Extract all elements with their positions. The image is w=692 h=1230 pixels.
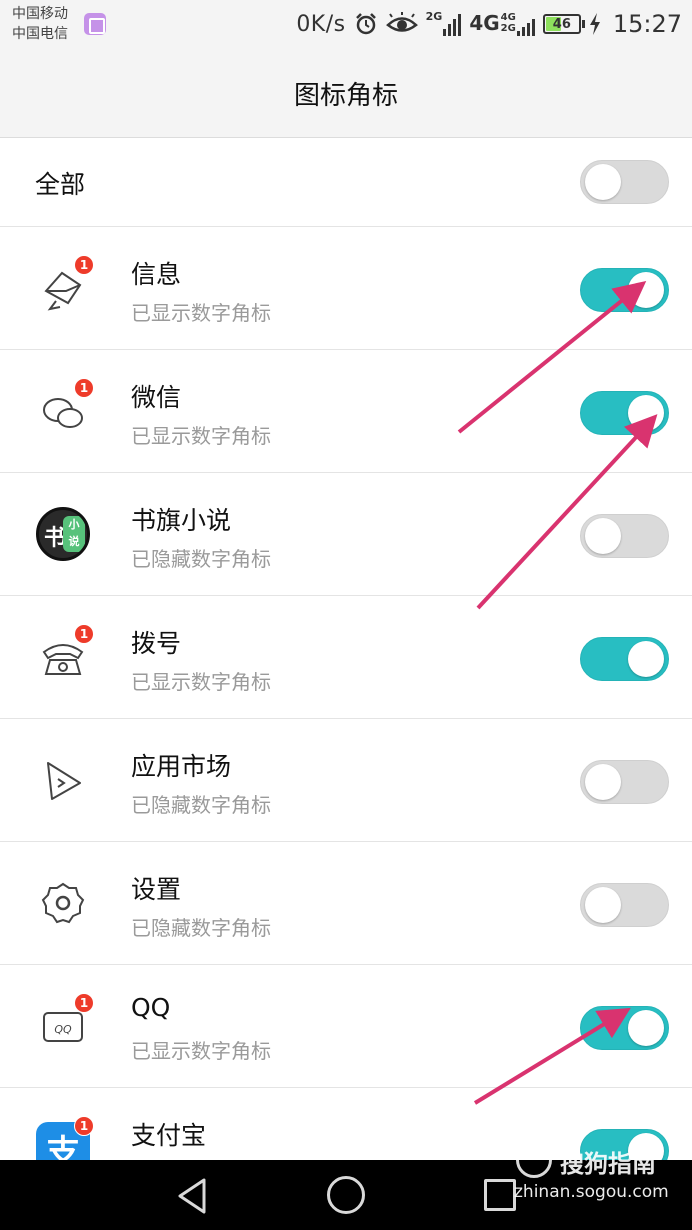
toggle-knob xyxy=(628,641,664,677)
toggle-knob xyxy=(628,272,664,308)
notification-badge: 1 xyxy=(74,378,94,398)
settings-badge-toggle[interactable] xyxy=(580,883,669,927)
sim1-signal: 2G xyxy=(425,10,462,36)
clock: 15:27 xyxy=(612,10,682,38)
carrier-2-label: 中国电信 xyxy=(12,26,68,42)
toggle-knob xyxy=(628,1010,664,1046)
title-bar: 图标角标 xyxy=(0,50,692,138)
toggle-knob xyxy=(628,395,664,431)
page-title: 图标角标 xyxy=(293,81,398,111)
all-apps-row[interactable]: 全部 xyxy=(0,138,692,227)
app-badge-status: 已显示数字角标 xyxy=(131,670,271,694)
app-market-badge-toggle[interactable] xyxy=(580,760,669,804)
sim2-network-stack: 4G 2G xyxy=(500,12,516,34)
app-name: 信息 xyxy=(131,260,182,289)
watermark-title: 搜狗指南 xyxy=(560,1150,656,1178)
app-name: 支付宝 xyxy=(131,1121,207,1150)
app-row-qq[interactable]: QQ 1 QQ 已显示数字角标 xyxy=(0,965,692,1088)
alarm-icon xyxy=(355,13,376,35)
app-row-messages[interactable]: 1 信息 已显示数字角标 xyxy=(0,227,692,350)
battery-icon: 46 xyxy=(542,14,585,34)
watermark-url: zhinan.sogou.com xyxy=(514,1182,669,1202)
app-row-settings[interactable]: 设置 已隐藏数字角标 xyxy=(0,842,692,965)
signal-icon-2 xyxy=(516,14,535,36)
app-row-dialer[interactable]: 1 拨号 已显示数字角标 xyxy=(0,596,692,719)
app-market-icon xyxy=(36,753,90,807)
app-badge-status: 已显示数字角标 xyxy=(131,301,271,325)
sogou-logo-icon xyxy=(516,1142,552,1178)
app-row-shuqi[interactable]: 书 小说 书旗小说 已隐藏数字角标 xyxy=(0,473,692,596)
all-apps-toggle[interactable] xyxy=(580,160,669,204)
qq-icon: QQ 1 xyxy=(36,993,94,1053)
wechat-badge-toggle[interactable] xyxy=(580,391,669,435)
app-badge-status: 已显示数字角标 xyxy=(131,1039,271,1063)
notification-badge: 1 xyxy=(74,993,94,1013)
messages-badge-toggle[interactable] xyxy=(580,268,669,312)
sim2-network-type: 4G xyxy=(469,11,500,35)
toggle-knob xyxy=(585,518,621,554)
carrier-info: 中国移动 中国电信 xyxy=(12,4,68,44)
shuqi-logo-tag: 小说 xyxy=(63,516,85,552)
sim1-network-type: 2G xyxy=(425,10,443,23)
app-badge-status: 已隐藏数字角标 xyxy=(131,547,271,571)
home-icon[interactable] xyxy=(327,1176,365,1214)
phone-dialer-icon: 1 xyxy=(36,624,94,684)
wechat-icon: 1 xyxy=(36,378,94,438)
shuqi-novel-logo: 书 小说 xyxy=(36,507,90,561)
back-icon[interactable] xyxy=(172,1174,216,1218)
notification-badge: 1 xyxy=(74,1116,94,1136)
signal-icon xyxy=(443,14,462,36)
toggle-knob xyxy=(585,887,621,923)
app-badge-status: 已显示数字角标 xyxy=(131,424,271,448)
app-badge-status: 已隐藏数字角标 xyxy=(131,793,271,817)
messages-icon: 1 xyxy=(36,255,94,315)
shuqi-badge-toggle[interactable] xyxy=(580,514,669,558)
gallery-notification-icon xyxy=(84,13,106,35)
carrier-1-label: 中国移动 xyxy=(12,6,68,22)
notification-badge: 1 xyxy=(74,624,94,644)
battery-level: 46 xyxy=(552,16,571,32)
sim2-signal: 4G 4G 2G xyxy=(469,12,535,36)
app-row-wechat[interactable]: 1 微信 已显示数字角标 xyxy=(0,350,692,473)
notification-badge: 1 xyxy=(74,255,94,275)
screen: 中国移动 中国电信 0K/s 2G 4G 4G 2G 46 15:27 图标角标… xyxy=(0,0,692,1230)
toggle-knob xyxy=(585,764,621,800)
app-name: 拨号 xyxy=(131,629,182,658)
app-name: 应用市场 xyxy=(131,752,232,781)
shuqi-novel-icon: 书 小说 xyxy=(36,507,90,561)
app-name: 设置 xyxy=(131,875,182,904)
network-speed: 0K/s xyxy=(296,11,346,37)
qq-badge-toggle[interactable] xyxy=(580,1006,669,1050)
toggle-knob xyxy=(585,164,621,200)
status-bar: 中国移动 中国电信 0K/s 2G 4G 4G 2G 46 15:27 xyxy=(0,0,692,50)
dialer-badge-toggle[interactable] xyxy=(580,637,669,681)
app-badge-status: 已隐藏数字角标 xyxy=(131,916,271,940)
sogou-watermark: 搜狗指南 zhinan.sogou.com xyxy=(512,1140,682,1210)
app-name: 书旗小说 xyxy=(131,506,232,535)
all-apps-label: 全部 xyxy=(35,170,86,199)
qq-icon-text: QQ xyxy=(54,1023,72,1036)
app-name: 微信 xyxy=(131,383,182,412)
charging-icon xyxy=(589,13,600,35)
app-name: QQ xyxy=(131,993,171,1022)
app-row-app-market[interactable]: 应用市场 已隐藏数字角标 xyxy=(0,719,692,842)
settings-gear-icon xyxy=(36,876,90,930)
status-indicators: 0K/s 2G 4G 4G 2G 46 15:27 xyxy=(296,8,682,40)
eye-care-icon xyxy=(385,12,418,32)
